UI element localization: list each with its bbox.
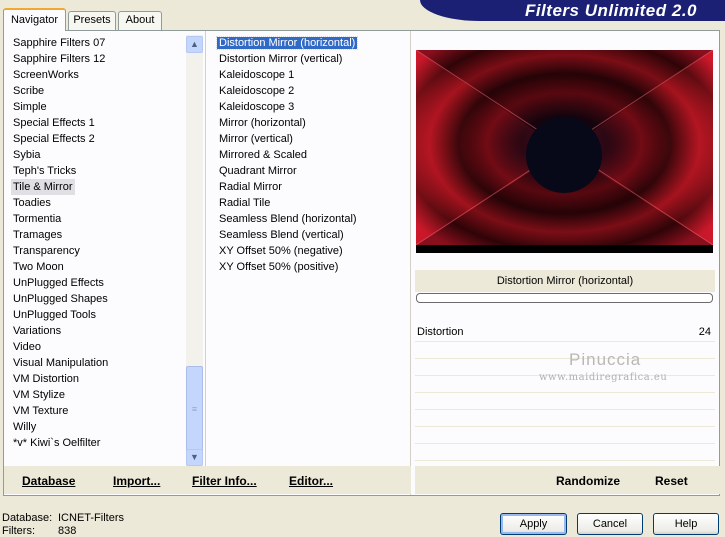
title-banner: Filters Unlimited 2.0 <box>420 0 725 21</box>
progress-bar <box>416 293 713 303</box>
param-row[interactable]: Distortion 24 <box>415 325 715 342</box>
scroll-grip-icon[interactable]: ≡ <box>186 366 203 452</box>
category-item[interactable]: VM Distortion <box>11 371 108 387</box>
tab-about[interactable]: About <box>118 11 162 30</box>
apply-button[interactable]: Apply <box>500 513 567 535</box>
filter-item[interactable]: Kaleidoscope 2 <box>217 83 359 99</box>
category-item[interactable]: Toadies <box>11 195 108 211</box>
divider <box>205 31 206 466</box>
cancel-button[interactable]: Cancel <box>577 513 643 535</box>
category-scrollbar[interactable]: ▲ ≡ ▼ <box>186 35 203 467</box>
scroll-down-icon[interactable]: ▼ <box>186 449 203 466</box>
param-row-empty <box>415 410 715 427</box>
param-row-empty <box>415 444 715 461</box>
category-item[interactable]: ScreenWorks <box>11 67 108 83</box>
category-item[interactable]: UnPlugged Shapes <box>11 291 108 307</box>
filters-count-label: Filters: <box>2 525 35 537</box>
watermark-url: www.maidiregrafica.eu <box>539 372 668 383</box>
tab-presets[interactable]: Presets <box>68 11 116 30</box>
filter-item[interactable]: Mirrored & Scaled <box>217 147 359 163</box>
filter-item[interactable]: XY Offset 50% (positive) <box>217 259 359 275</box>
category-item[interactable]: Scribe <box>11 83 108 99</box>
banner-title: Filters Unlimited 2.0 <box>524 1 697 20</box>
category-item[interactable]: Tramages <box>11 227 108 243</box>
filter-item[interactable]: Distortion Mirror (vertical) <box>217 51 359 67</box>
filter-item[interactable]: Radial Tile <box>217 195 359 211</box>
category-item[interactable]: Willy <box>11 419 108 435</box>
filter-list[interactable]: Distortion Mirror (horizontal) Distortion… <box>215 35 359 275</box>
category-item[interactable]: Tile & Mirror <box>11 179 76 195</box>
category-item[interactable]: Transparency <box>11 243 108 259</box>
category-item[interactable]: Visual Manipulation <box>11 355 108 371</box>
scroll-up-icon[interactable]: ▲ <box>186 36 203 53</box>
filter-item[interactable]: Mirror (horizontal) <box>217 115 359 131</box>
reset-button[interactable]: Reset <box>655 474 688 488</box>
filter-item[interactable]: XY Offset 50% (negative) <box>217 243 359 259</box>
category-item[interactable]: Special Effects 1 <box>11 115 108 131</box>
param-name: Distortion <box>417 326 464 338</box>
category-item[interactable]: Special Effects 2 <box>11 131 108 147</box>
randomize-button[interactable]: Randomize <box>556 474 620 488</box>
category-item[interactable]: Tormentia <box>11 211 108 227</box>
category-item[interactable]: UnPlugged Effects <box>11 275 108 291</box>
watermark-name: Pinuccia <box>569 350 642 369</box>
divider <box>410 31 411 495</box>
editor-button[interactable]: Editor... <box>289 474 333 488</box>
import-button[interactable]: Import... <box>113 474 160 488</box>
category-item[interactable]: VM Texture <box>11 403 108 419</box>
category-item[interactable]: UnPlugged Tools <box>11 307 108 323</box>
filter-item[interactable]: Distortion Mirror (horizontal) <box>215 35 359 51</box>
filter-item[interactable]: Mirror (vertical) <box>217 131 359 147</box>
filter-item[interactable]: Seamless Blend (vertical) <box>217 227 359 243</box>
category-item[interactable]: Sapphire Filters 12 <box>11 51 108 67</box>
filter-name-label: Distortion Mirror (horizontal) <box>415 270 715 292</box>
filter-item[interactable]: Quadrant Mirror <box>217 163 359 179</box>
param-row-empty <box>415 393 715 410</box>
database-value: ICNET-Filters <box>58 512 124 524</box>
category-item[interactable]: Simple <box>11 99 108 115</box>
category-item[interactable]: Sapphire Filters 07 <box>11 35 108 51</box>
category-item[interactable]: Video <box>11 339 108 355</box>
filter-info-button[interactable]: Filter Info... <box>192 474 257 488</box>
category-list[interactable]: Sapphire Filters 07 Sapphire Filters 12 Sc… <box>11 35 108 451</box>
category-item[interactable]: Sybia <box>11 147 108 163</box>
filter-item[interactable]: Seamless Blend (horizontal) <box>217 211 359 227</box>
category-item[interactable]: Two Moon <box>11 259 108 275</box>
database-button[interactable]: Database <box>22 474 75 488</box>
category-item[interactable]: Variations <box>11 323 108 339</box>
filter-item[interactable]: Radial Mirror <box>217 179 359 195</box>
param-value: 24 <box>698 326 711 338</box>
category-item[interactable]: Teph's Tricks <box>11 163 108 179</box>
tab-navigator[interactable]: Navigator <box>3 8 66 31</box>
param-row-empty <box>415 342 715 359</box>
filter-item[interactable]: Kaleidoscope 1 <box>217 67 359 83</box>
category-item[interactable]: VM Stylize <box>11 387 108 403</box>
help-button[interactable]: Help <box>653 513 719 535</box>
database-label: Database: <box>2 512 53 524</box>
param-row-empty <box>415 427 715 444</box>
filter-item[interactable]: Kaleidoscope 3 <box>217 99 359 115</box>
filters-count-value: 838 <box>58 525 77 537</box>
preview-image <box>416 50 713 253</box>
category-item[interactable]: *v* Kiwi`s Oelfilter <box>11 435 108 451</box>
